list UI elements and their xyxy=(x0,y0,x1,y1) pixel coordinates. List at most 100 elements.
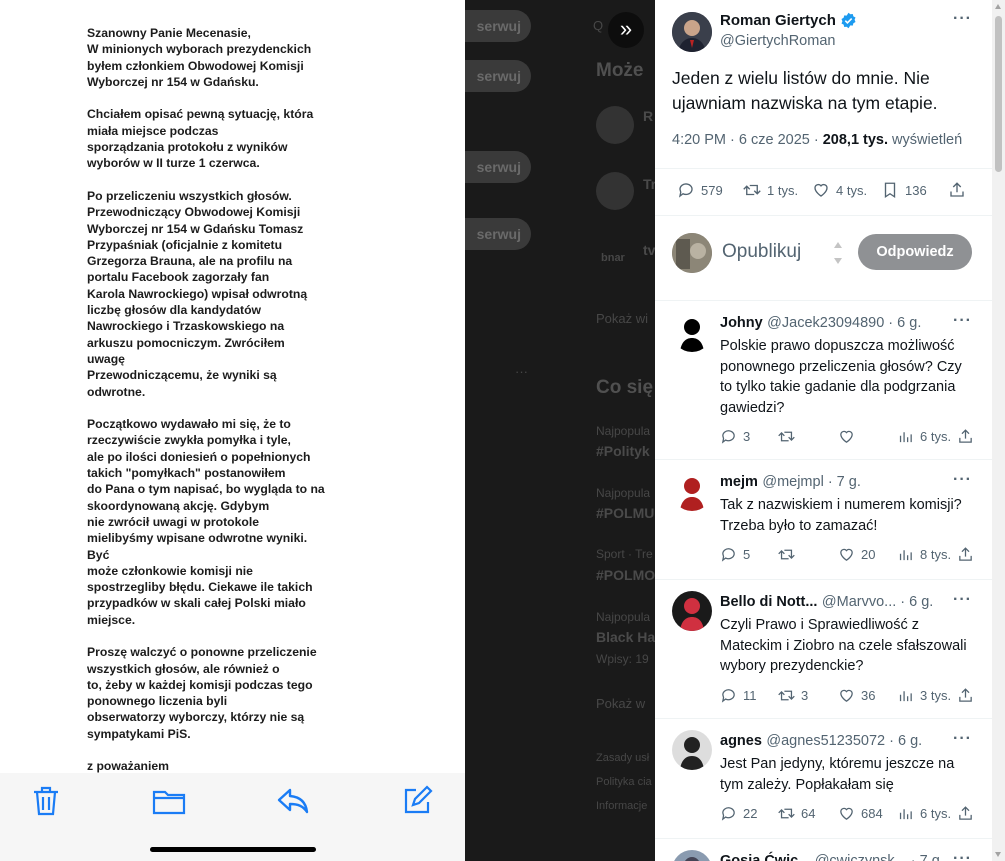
replies-action[interactable]: 579 xyxy=(677,181,723,199)
trend-tag[interactable]: #POLMU xyxy=(596,505,654,521)
tweet-time[interactable]: 4:20 PM · 6 cze 2025 · xyxy=(672,132,823,148)
letter-line: ponownego liczenia byli xyxy=(87,694,228,709)
user-avatar[interactable] xyxy=(672,233,712,273)
reply-author-handle[interactable]: @mejmpl xyxy=(762,474,823,490)
trend-tag[interactable]: Black Ha xyxy=(596,629,655,645)
reply-more-options-icon[interactable]: ··· xyxy=(953,850,972,861)
reply-more-options-icon[interactable]: ··· xyxy=(953,471,972,489)
follow-button-2[interactable]: serwuj xyxy=(465,60,531,92)
reply-time[interactable]: · 6 g. xyxy=(896,594,933,610)
reply-author-name[interactable]: Bello di Nott... xyxy=(720,594,817,610)
reply-avatar[interactable] xyxy=(672,850,712,861)
reply-time[interactable]: · 7 g. xyxy=(907,853,944,861)
reply-item[interactable]: Gosia Ćwic... @cwiczynsk... · 7 g. ··· xyxy=(655,838,992,861)
show-more-link[interactable]: Pokaż wi xyxy=(596,311,648,326)
more-options-icon[interactable]: ··· xyxy=(953,10,972,28)
repost-action[interactable]: 1 tys. xyxy=(743,181,798,199)
reply-author-name[interactable]: Johny xyxy=(720,315,763,331)
trash-button[interactable] xyxy=(28,783,64,819)
follow-button-4[interactable]: serwuj xyxy=(465,218,531,250)
author-name[interactable]: Roman Giertych xyxy=(720,12,836,29)
reply-input[interactable]: Opublikuj xyxy=(722,241,801,263)
reply-like-action[interactable]: 684 xyxy=(838,805,883,822)
reply-text: Tak z nazwiskiem i numerem komisji? Trze… xyxy=(720,497,962,534)
bookmark-action[interactable]: 136 xyxy=(881,181,927,199)
reply-replies-action[interactable]: 3 xyxy=(720,428,750,445)
reply-like-action[interactable]: 20 xyxy=(838,546,875,563)
footer-link[interactable]: Zasady usł xyxy=(596,752,649,764)
scroll-up-icon[interactable] xyxy=(995,4,1001,9)
reply-avatar[interactable] xyxy=(672,471,712,511)
reply-views-action[interactable]: 6 tys. xyxy=(897,428,951,445)
letter-line: skoordynowaną akcję. Gdybym xyxy=(87,498,270,513)
reply-replies-action[interactable]: 11 xyxy=(720,687,757,704)
reply-author-name[interactable]: Gosia Ćwic... xyxy=(720,853,810,861)
reply-share-action[interactable] xyxy=(957,805,974,822)
reply-more-options-icon[interactable]: ··· xyxy=(953,591,972,609)
trend-meta: Najpopula xyxy=(596,610,651,624)
scroll-down-icon[interactable] xyxy=(995,852,1001,857)
reply-like-action[interactable] xyxy=(838,428,861,445)
reply-replies-action[interactable]: 22 xyxy=(720,805,757,822)
reply-author-handle[interactable]: @cwiczynsk... xyxy=(815,853,907,861)
reply-submit-button[interactable]: Odpowiedz xyxy=(858,234,972,270)
follow-button-3[interactable]: serwuj xyxy=(465,151,531,183)
reply-views-action[interactable]: 6 tys. xyxy=(897,805,951,822)
reply-author-name[interactable]: mejm xyxy=(720,474,758,490)
footer-link[interactable]: Informacje xyxy=(596,800,647,812)
reply-share-action[interactable] xyxy=(957,546,974,563)
reply-replies-action[interactable]: 5 xyxy=(720,546,750,563)
reply-avatar[interactable] xyxy=(672,591,712,631)
reply-item[interactable]: mejm @mejmpl · 7 g. ··· Tak z nazwiskiem i… xyxy=(655,459,992,580)
reply-avatar[interactable] xyxy=(672,730,712,770)
folder-button[interactable] xyxy=(151,783,187,819)
follow-button-1[interactable]: serwuj xyxy=(465,10,531,42)
reply-share-action[interactable] xyxy=(957,687,974,704)
reply-repost-action[interactable]: 64 xyxy=(778,805,815,822)
compose-button[interactable] xyxy=(399,783,435,819)
reply-views-action[interactable]: 3 tys. xyxy=(897,687,951,704)
reply-repost-action[interactable] xyxy=(778,428,801,445)
trend-sub: Wpisy: 19 xyxy=(596,652,649,666)
reply-avatar-image xyxy=(685,857,699,861)
share-action[interactable] xyxy=(948,181,966,199)
reply-time[interactable]: · 6 g. xyxy=(884,315,921,331)
reply-like-action[interactable]: 36 xyxy=(838,687,875,704)
reply-share-action[interactable] xyxy=(957,428,974,445)
reply-views-action[interactable]: 8 tys. xyxy=(897,546,951,563)
scrollbar[interactable] xyxy=(992,0,1005,861)
reply-item[interactable]: Johny @Jacek23094890 · 6 g. ··· Polskie pr… xyxy=(655,300,992,460)
reply-time[interactable]: · 6 g. xyxy=(885,733,922,749)
show-more-link-2[interactable]: Pokaż w xyxy=(596,696,645,711)
mail-letter-view: Szanowny Panie Mecenasie, W minionych wyb… xyxy=(0,0,465,861)
letter-line: mielibyśmy wpisane odwrotne wyniki. xyxy=(87,531,308,546)
scrollbar-thumb[interactable] xyxy=(995,16,1002,172)
reply-repost-action[interactable]: 3 xyxy=(778,687,808,704)
reply-time[interactable]: · 7 g. xyxy=(824,474,861,490)
reply-icon xyxy=(721,548,735,562)
author-handle[interactable]: @GiertychRoman xyxy=(720,33,835,49)
reply-author-handle[interactable]: @Jacek23094890 xyxy=(767,315,884,331)
reply-author-handle[interactable]: @agnes51235072 xyxy=(766,733,885,749)
trend-tag[interactable]: #Polityk xyxy=(596,443,650,459)
reply-likes-count: 20 xyxy=(861,547,876,562)
trend-meta: Najpopula xyxy=(596,486,651,500)
reply-more-options-icon[interactable]: ··· xyxy=(953,730,972,748)
trend-tag[interactable]: #POLMO xyxy=(596,567,655,583)
reply-item[interactable]: agnes @agnes51235072 · 6 g. ··· Jest Pan j… xyxy=(655,718,992,839)
like-action[interactable]: 4 tys. xyxy=(812,181,867,199)
reply-input-stepper[interactable] xyxy=(833,240,843,266)
expand-button[interactable]: » xyxy=(608,12,644,48)
reply-button[interactable] xyxy=(275,783,311,819)
reply-author-name[interactable]: agnes xyxy=(720,733,762,749)
footer-link[interactable]: Polityka cia xyxy=(596,776,652,788)
reply-avatar[interactable] xyxy=(672,312,712,352)
author-avatar[interactable] xyxy=(672,12,712,52)
reply-more-options-icon[interactable]: ··· xyxy=(953,312,972,330)
reply-author-handle[interactable]: @Marvvo... xyxy=(822,594,896,610)
reply-likes-count: 36 xyxy=(861,687,876,703)
reply-repost-action[interactable] xyxy=(778,546,801,563)
account-avatar xyxy=(596,106,634,144)
dots-icon[interactable]: ··· xyxy=(515,364,528,379)
reply-item[interactable]: Bello di Nott... @Marvvo... · 6 g. ··· Czy… xyxy=(655,579,992,719)
